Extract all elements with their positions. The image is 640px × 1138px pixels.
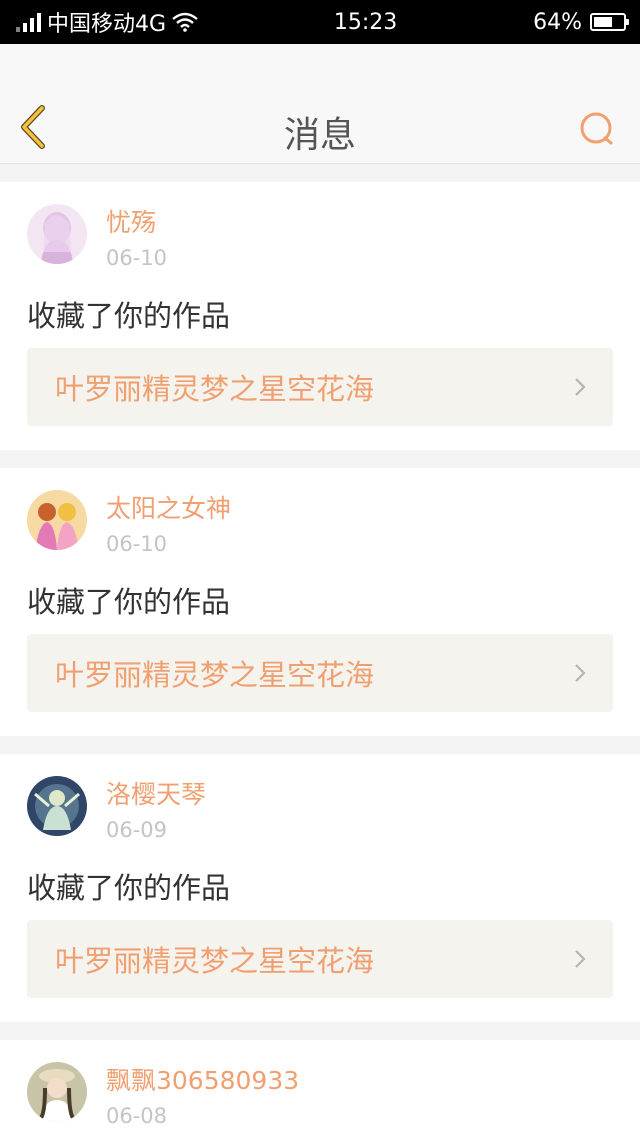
username[interactable]: 忧殇 xyxy=(106,208,167,238)
username[interactable]: 洛樱天琴 xyxy=(106,780,206,810)
battery-icon xyxy=(589,13,629,31)
action-text: 收藏了你的作品 xyxy=(27,871,231,905)
signal-icon xyxy=(16,12,41,32)
work-link[interactable]: 叶罗丽精灵梦之星空花海 xyxy=(27,920,613,998)
message-card: 洛樱天琴 06-09 收藏了你的作品 叶罗丽精灵梦之星空花海 xyxy=(0,754,640,1022)
avatar[interactable] xyxy=(27,490,87,550)
message-date: 06-10 xyxy=(106,532,168,556)
chevron-right-icon xyxy=(575,664,586,682)
chevron-right-icon xyxy=(575,950,586,968)
message-date: 06-09 xyxy=(106,818,168,842)
avatar[interactable] xyxy=(27,776,87,836)
username[interactable]: 飘飘306580933 xyxy=(106,1066,299,1096)
battery-percent: 64% xyxy=(533,9,582,35)
carrier-label: 中国移动4G xyxy=(47,12,167,37)
avatar[interactable] xyxy=(27,1062,87,1122)
message-card: 忧殇 06-10 收藏了你的作品 叶罗丽精灵梦之星空花海 xyxy=(0,182,640,450)
work-link[interactable]: 叶罗丽精灵梦之星空花海 xyxy=(27,348,613,426)
work-title: 叶罗丽精灵梦之星空花海 xyxy=(55,372,375,406)
work-title: 叶罗丽精灵梦之星空花海 xyxy=(55,944,375,978)
search-icon[interactable] xyxy=(578,110,618,150)
message-date: 06-08 xyxy=(106,1104,168,1128)
page-title: 消息 xyxy=(283,115,356,156)
message-date: 06-10 xyxy=(106,246,168,270)
action-text: 收藏了你的作品 xyxy=(27,585,231,619)
wifi-icon xyxy=(172,12,198,32)
message-list: 忧殇 06-10 收藏了你的作品 叶罗丽精灵梦之星空花海 太阳之女神 06-10 xyxy=(0,164,640,1138)
status-bar: 中国移动4G 15:23 64% xyxy=(0,0,640,44)
work-link[interactable]: 叶罗丽精灵梦之星空花海 xyxy=(27,634,613,712)
clock: 15:23 xyxy=(333,9,398,35)
chevron-right-icon xyxy=(575,378,586,396)
action-text: 收藏了你的作品 xyxy=(27,299,231,333)
avatar[interactable] xyxy=(27,204,87,264)
nav-bar: 消息 xyxy=(0,44,640,164)
message-card: 飘飘306580933 06-08 xyxy=(0,1040,640,1138)
username[interactable]: 太阳之女神 xyxy=(106,494,231,524)
work-title: 叶罗丽精灵梦之星空花海 xyxy=(55,658,375,692)
message-card: 太阳之女神 06-10 收藏了你的作品 叶罗丽精灵梦之星空花海 xyxy=(0,468,640,736)
